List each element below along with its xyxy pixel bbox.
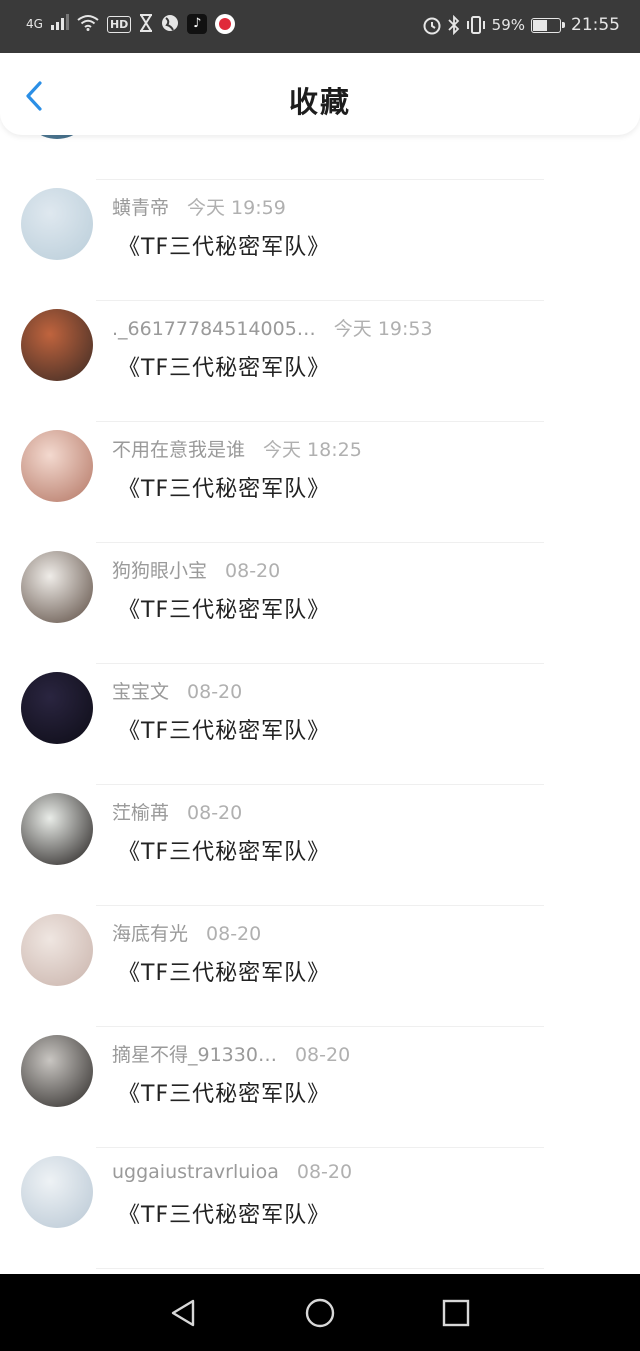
- avatar[interactable]: [21, 1156, 93, 1228]
- collected-title: 《TF三代秘密军队》: [118, 356, 331, 381]
- user-name[interactable]: 蟥青帝: [112, 197, 169, 219]
- status-bar: 4G HD ♪ 59% 21:55: [0, 0, 640, 53]
- timestamp: 08-20: [187, 681, 243, 703]
- timestamp: 08-20: [187, 802, 243, 824]
- user-name[interactable]: 不用在意我是谁: [112, 439, 245, 461]
- list-item[interactable]: 狗狗眼小宝 08-20 《TF三代秘密军队》: [0, 504, 640, 664]
- timestamp: 08-20: [206, 923, 262, 945]
- home-nav-button[interactable]: [304, 1298, 336, 1334]
- item-meta: 不用在意我是谁 今天 18:25: [112, 435, 362, 462]
- user-name[interactable]: uggaiustravrluioa: [112, 1161, 279, 1183]
- network-label: 4G: [26, 17, 43, 31]
- page-title: 收藏: [288, 85, 351, 119]
- item-meta: 宝宝文 08-20: [112, 677, 242, 704]
- list-item[interactable]: 宝宝文 08-20 《TF三代秘密军队》: [0, 625, 640, 785]
- list-item[interactable]: 海底有光 08-20 《TF三代秘密军队》: [0, 867, 640, 1027]
- list-item[interactable]: ._66177784514005… 今天 19:53 《TF三代秘密军队》: [0, 262, 640, 422]
- user-name[interactable]: ._66177784514005…: [112, 318, 316, 340]
- wifi-icon: [77, 14, 99, 34]
- item-meta: 茳榆苒 08-20: [112, 798, 242, 825]
- avatar[interactable]: [21, 551, 93, 623]
- video-app-icon: [215, 14, 236, 34]
- user-name[interactable]: 狗狗眼小宝: [112, 560, 207, 582]
- timestamp: 08-20: [296, 1161, 353, 1183]
- circle-home-icon: [305, 1298, 335, 1328]
- avatar[interactable]: [21, 309, 93, 381]
- favorites-list: 《TF三代秘密军队》 蟥青帝今天 19:59 《TF三代秘密军队》 ._6617778…: [0, 118, 640, 1274]
- status-right: 59% 21:55: [422, 14, 620, 36]
- collected-title: 《TF三代秘密军队》: [118, 719, 331, 744]
- timestamp: 08-20: [225, 560, 281, 582]
- collected-title: 《TF三代秘密军队》: [118, 961, 331, 986]
- header: 收藏: [0, 53, 640, 135]
- item-meta: 蟥青帝 今天 19:59: [112, 193, 286, 220]
- user-name[interactable]: 摘星不得_91330…: [112, 1044, 277, 1066]
- avatar[interactable]: [21, 188, 93, 260]
- list-item[interactable]: 不用在意我是谁 今天 18:25 《TF三代秘密军队》: [0, 383, 640, 543]
- divider: [96, 1268, 544, 1269]
- collected-title: 《TF三代秘密军队》: [118, 1203, 331, 1228]
- item-meta: ._66177784514005… 今天 19:53: [112, 314, 433, 341]
- collected-title: 《TF三代秘密军队》: [118, 235, 331, 260]
- signal-icon: [50, 14, 69, 34]
- collected-title: 《TF三代秘密军队》: [118, 840, 331, 865]
- avatar[interactable]: [21, 914, 93, 986]
- square-recents-icon: [442, 1299, 470, 1327]
- collected-title: 《TF三代秘密军队》: [118, 477, 331, 502]
- navigation-bar: [0, 1274, 640, 1351]
- triangle-back-icon: [171, 1299, 195, 1327]
- list-item[interactable]: uggaiustravrluioa 08-20 《TF三代秘密军队》: [0, 1109, 640, 1269]
- list-item[interactable]: 蟥青帝 今天 19:59 《TF三代秘密军队》: [0, 141, 640, 301]
- timestamp: 今天 19:59: [187, 197, 286, 219]
- item-meta: 狗狗眼小宝 08-20: [112, 556, 280, 583]
- battery-icon: [531, 17, 565, 33]
- list-item[interactable]: 茳榆苒 08-20 《TF三代秘密军队》: [0, 746, 640, 906]
- item-meta: 海底有光 08-20: [112, 919, 261, 946]
- battery-percent: 59%: [491, 16, 525, 34]
- clock-time: 21:55: [571, 15, 620, 35]
- user-name[interactable]: 宝宝文: [112, 681, 169, 703]
- status-left: 4G HD ♪: [26, 14, 236, 34]
- list-item[interactable]: 摘星不得_91330… 08-20 《TF三代秘密军队》: [0, 988, 640, 1148]
- timestamp: 今天 19:53: [333, 318, 433, 340]
- collected-title: 《TF三代秘密军队》: [118, 1082, 331, 1107]
- avatar[interactable]: [21, 430, 93, 502]
- vibrate-icon: [466, 15, 486, 35]
- avatar[interactable]: [21, 1035, 93, 1107]
- back-nav-button[interactable]: [168, 1298, 198, 1332]
- globe-icon: [161, 14, 179, 34]
- avatar[interactable]: [21, 672, 93, 744]
- tiktok-icon: ♪: [187, 14, 208, 34]
- item-meta: uggaiustravrluioa 08-20: [112, 1161, 352, 1183]
- user-name[interactable]: 海底有光: [112, 923, 188, 945]
- hd-icon: HD: [106, 15, 132, 33]
- avatar[interactable]: [21, 793, 93, 865]
- item-meta: 摘星不得_91330… 08-20: [112, 1040, 350, 1067]
- collected-title: 《TF三代秘密军队》: [118, 598, 331, 623]
- bluetooth-icon: [448, 14, 460, 36]
- timestamp: 08-20: [294, 1044, 351, 1066]
- hourglass-icon: [139, 14, 153, 34]
- user-name[interactable]: 茳榆苒: [112, 802, 169, 824]
- recents-nav-button[interactable]: [441, 1298, 471, 1332]
- timestamp: 今天 18:25: [263, 439, 362, 461]
- alarm-icon: [422, 15, 442, 35]
